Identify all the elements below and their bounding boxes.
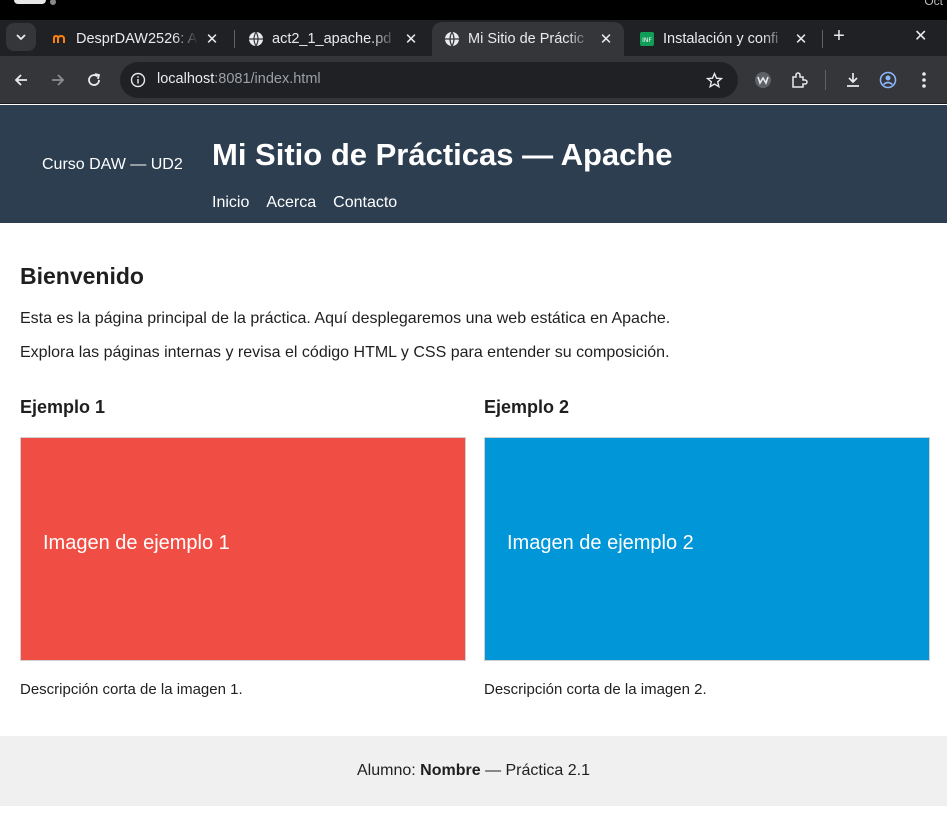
url-host: localhost xyxy=(157,71,215,87)
menu-button[interactable] xyxy=(912,68,936,92)
footer-prefix: Alumno: xyxy=(357,762,416,779)
download-icon xyxy=(847,73,859,87)
tab-separator xyxy=(822,30,823,48)
site-header: Curso DAW — UD2 Mi Sitio de Prácticas — … xyxy=(0,105,947,223)
os-activities-button[interactable] xyxy=(14,0,46,4)
info-icon[interactable] xyxy=(128,70,148,90)
reload-icon xyxy=(88,73,101,86)
close-icon[interactable]: ✕ xyxy=(598,30,614,48)
nav-link-acerca[interactable]: Acerca xyxy=(266,194,316,212)
student-name: Nombre xyxy=(420,762,481,779)
example-card: Ejemplo 1 Imagen de ejemplo 1 Descripció… xyxy=(20,397,466,698)
os-indicator-dot xyxy=(50,0,56,5)
extensions-button[interactable] xyxy=(787,68,811,92)
account-icon xyxy=(879,71,897,89)
close-icon[interactable]: ✕ xyxy=(204,30,220,48)
intro-paragraph: Esta es la página principal de la prácti… xyxy=(20,310,671,327)
site-footer: Alumno: Nombre — Práctica 2.1 xyxy=(0,736,947,806)
main-content: Bienvenido Esta es la página principal d… xyxy=(20,263,930,377)
tab-title: Mi Sitio de Práctic xyxy=(468,31,585,47)
new-tab-button[interactable]: + xyxy=(828,25,850,47)
chevron-down-icon xyxy=(16,34,26,41)
tab-title: DesprDAW2526: A xyxy=(76,31,198,47)
extension-w-button[interactable] xyxy=(751,68,775,92)
sheets-icon: INF xyxy=(639,31,655,47)
browser-tab[interactable]: DesprDAW2526: A ✕ xyxy=(40,22,230,56)
reload-button[interactable] xyxy=(82,68,106,92)
downloads-button[interactable] xyxy=(841,68,865,92)
card-caption: Descripción corta de la imagen 1. xyxy=(20,681,243,698)
image-placeholder-text: Imagen de ejemplo 1 xyxy=(43,532,230,554)
nav-link-contacto[interactable]: Contacto xyxy=(333,194,397,212)
globe-icon xyxy=(248,31,264,47)
image-placeholder-text: Imagen de ejemplo 2 xyxy=(507,532,694,554)
close-icon[interactable]: ✕ xyxy=(403,30,419,48)
window-close-icon[interactable]: ✕ xyxy=(914,26,927,46)
close-icon[interactable]: ✕ xyxy=(793,30,809,48)
svg-text:INF: INF xyxy=(642,37,652,44)
tab-title: Instalación y confi xyxy=(663,31,779,47)
forward-button[interactable] xyxy=(46,68,70,92)
site-nav: Inicio Acerca Contacto xyxy=(212,194,397,212)
browser-toolbar: localhost:8081/index.html xyxy=(0,56,947,104)
tab-bar: DesprDAW2526: A ✕ act2_1_apache.pd ✕ Mi … xyxy=(0,20,947,56)
moodle-icon xyxy=(52,31,68,47)
footer-suffix: — Práctica 2.1 xyxy=(485,762,590,779)
tab-search-button[interactable] xyxy=(6,23,36,51)
site-brand: Curso DAW — UD2 xyxy=(42,156,183,173)
os-clock: Oct xyxy=(924,0,943,8)
arrow-left-icon xyxy=(14,74,27,86)
browser-tab[interactable]: INF Instalación y confi ✕ xyxy=(627,22,819,56)
wappalyzer-icon xyxy=(755,72,771,88)
page-heading: Bienvenido xyxy=(20,263,144,289)
tab-title: act2_1_apache.pd xyxy=(272,31,392,47)
example-image: Imagen de ejemplo 1 xyxy=(20,437,466,661)
arrow-right-icon xyxy=(52,74,65,86)
card-title: Ejemplo 1 xyxy=(20,397,106,417)
puzzle-icon xyxy=(792,72,808,88)
nav-link-inicio[interactable]: Inicio xyxy=(212,194,249,212)
card-title: Ejemplo 2 xyxy=(484,397,570,417)
site-title: Mi Sitio de Prácticas — Apache xyxy=(212,137,673,172)
bookmark-star-icon[interactable] xyxy=(704,70,724,90)
browser-tab-active[interactable]: Mi Sitio de Práctic ✕ xyxy=(432,22,624,56)
examples-grid: Ejemplo 1 Imagen de ejemplo 1 Descripció… xyxy=(20,397,930,698)
intro-paragraph: Explora las páginas internas y revisa el… xyxy=(20,344,670,361)
back-button[interactable] xyxy=(9,68,33,92)
address-bar[interactable]: localhost:8081/index.html xyxy=(120,62,738,98)
os-top-bar: Oct xyxy=(0,0,947,20)
card-caption: Descripción corta de la imagen 2. xyxy=(484,681,707,698)
example-image: Imagen de ejemplo 2 xyxy=(484,437,930,661)
url-text[interactable]: localhost:8081/index.html xyxy=(157,71,321,87)
browser-tab[interactable]: act2_1_apache.pd ✕ xyxy=(236,22,429,56)
url-path: :8081/index.html xyxy=(214,71,321,87)
example-card: Ejemplo 2 Imagen de ejemplo 2 Descripció… xyxy=(484,397,930,698)
toolbar-divider xyxy=(825,70,826,90)
profile-button[interactable] xyxy=(876,68,900,92)
kebab-menu-icon xyxy=(922,72,926,88)
tab-separator xyxy=(234,30,235,48)
globe-icon xyxy=(444,31,460,47)
